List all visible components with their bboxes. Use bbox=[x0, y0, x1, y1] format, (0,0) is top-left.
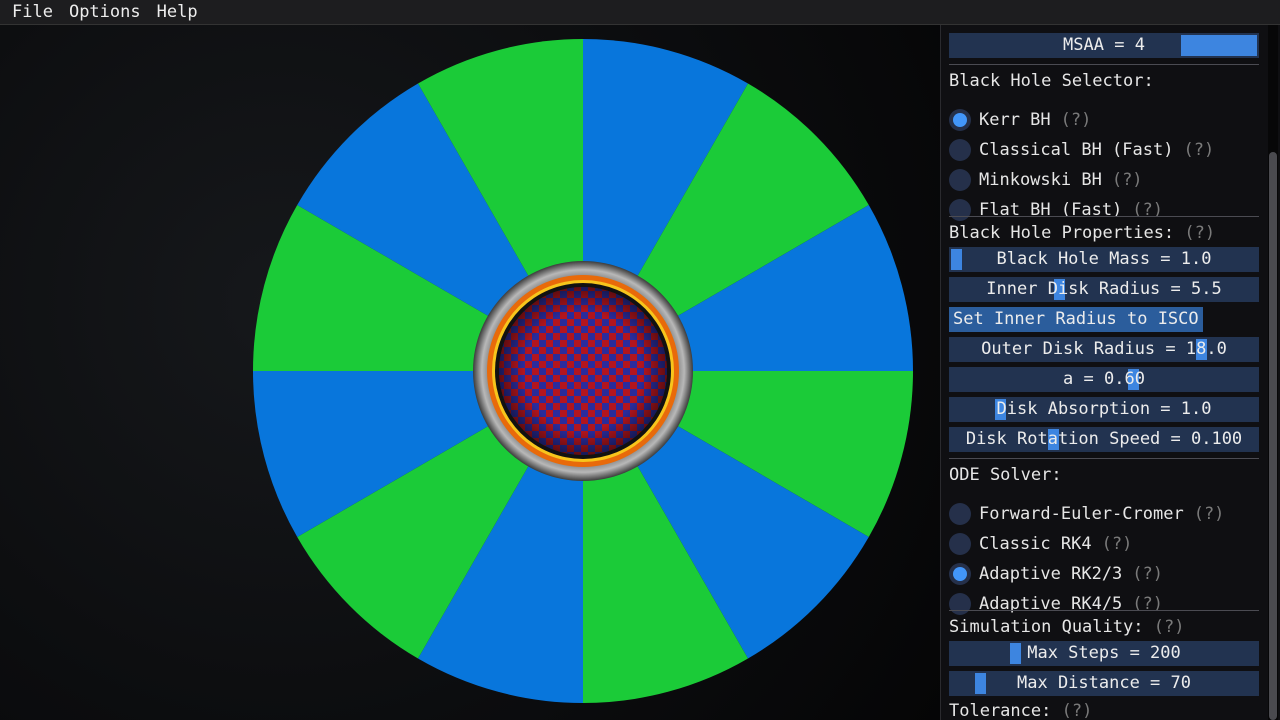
tolerance-title: Tolerance: (?) bbox=[949, 701, 1259, 720]
help-marker[interactable]: (?) bbox=[1194, 504, 1225, 524]
black-hole-render bbox=[253, 39, 913, 703]
settings-panel: MSAA = 4 Black Hole Selector: Kerr BH (?)… bbox=[940, 25, 1280, 720]
solver-option-label: Adaptive RK4/5 bbox=[979, 594, 1123, 614]
absorption-label: Disk Absorption = 1.0 bbox=[996, 399, 1212, 419]
max-steps-slider[interactable]: Max Steps = 200 bbox=[949, 641, 1259, 666]
rotation-slider[interactable]: Disk Rotation Speed = 0.100 bbox=[949, 427, 1259, 452]
scrollbar-thumb[interactable] bbox=[1269, 152, 1277, 720]
radio-button[interactable] bbox=[949, 109, 971, 131]
radio-button[interactable] bbox=[949, 593, 971, 615]
separator bbox=[949, 610, 1259, 611]
black-hole-option[interactable]: Flat BH (Fast) (?) bbox=[949, 196, 1259, 224]
help-marker[interactable]: (?) bbox=[1062, 701, 1093, 720]
outer-radius-label: Outer Disk Radius = 18.0 bbox=[981, 339, 1227, 359]
help-marker[interactable]: (?) bbox=[1154, 617, 1185, 637]
separator bbox=[949, 458, 1259, 459]
properties-title-text: Black Hole Properties: bbox=[949, 223, 1175, 243]
inner-radius-label: Inner Disk Radius = 5.5 bbox=[986, 279, 1222, 299]
radio-button[interactable] bbox=[949, 199, 971, 221]
black-hole-option-label: Minkowski BH bbox=[979, 170, 1102, 190]
solver-option-label: Forward-Euler-Cromer bbox=[979, 504, 1184, 524]
spin-label: a = 0.60 bbox=[1063, 369, 1145, 389]
separator bbox=[949, 216, 1259, 217]
solver-option[interactable]: Classic RK4 (?) bbox=[949, 530, 1259, 558]
radio-button[interactable] bbox=[949, 503, 971, 525]
set-isco-button[interactable]: Set Inner Radius to ISCO bbox=[949, 307, 1203, 332]
radio-button[interactable] bbox=[949, 533, 971, 555]
solver-option-label: Classic RK4 bbox=[979, 534, 1092, 554]
black-hole-option[interactable]: Minkowski BH (?) bbox=[949, 166, 1259, 194]
menu-help[interactable]: Help bbox=[149, 0, 206, 25]
tolerance-label: Tolerance: bbox=[949, 701, 1052, 720]
black-hole-option-label: Kerr BH bbox=[979, 110, 1051, 130]
radio-selected-dot bbox=[953, 567, 967, 581]
radio-button[interactable] bbox=[949, 169, 971, 191]
quality-title: Simulation Quality: (?) bbox=[949, 617, 1259, 637]
menu-file[interactable]: File bbox=[4, 0, 61, 25]
black-hole-option-label: Flat BH (Fast) bbox=[979, 200, 1123, 220]
help-marker[interactable]: (?) bbox=[1132, 564, 1163, 584]
help-marker[interactable]: (?) bbox=[1132, 594, 1163, 614]
absorption-slider[interactable]: Disk Absorption = 1.0 bbox=[949, 397, 1259, 422]
help-marker[interactable]: (?) bbox=[1102, 534, 1133, 554]
outer-radius-slider[interactable]: Outer Disk Radius = 18.0 bbox=[949, 337, 1259, 362]
rotation-label: Disk Rotation Speed = 0.100 bbox=[965, 429, 1243, 449]
separator bbox=[949, 64, 1259, 65]
solver-option[interactable]: Adaptive RK2/3 (?) bbox=[949, 560, 1259, 588]
help-marker[interactable]: (?) bbox=[1184, 223, 1215, 243]
spin-slider[interactable]: a = 0.60 bbox=[949, 367, 1259, 392]
quality-title-text: Simulation Quality: bbox=[949, 617, 1144, 637]
solver-option[interactable]: Forward-Euler-Cromer (?) bbox=[949, 500, 1259, 528]
solver-option[interactable]: Adaptive RK4/5 (?) bbox=[949, 590, 1259, 618]
mass-slider[interactable]: Black Hole Mass = 1.0 bbox=[949, 247, 1259, 272]
msaa-slider[interactable]: MSAA = 4 bbox=[949, 33, 1259, 58]
black-hole-option-label: Classical BH (Fast) bbox=[979, 140, 1174, 160]
msaa-label: MSAA = 4 bbox=[1063, 35, 1145, 55]
max-distance-label: Max Distance = 70 bbox=[1017, 673, 1191, 693]
selector-title: Black Hole Selector: bbox=[949, 71, 1154, 91]
help-marker[interactable]: (?) bbox=[1132, 200, 1163, 220]
panel-scrollbar[interactable] bbox=[1268, 25, 1278, 720]
help-marker[interactable]: (?) bbox=[1183, 140, 1214, 160]
max-distance-slider[interactable]: Max Distance = 70 bbox=[949, 671, 1259, 696]
radio-button[interactable] bbox=[949, 139, 971, 161]
black-hole-option[interactable]: Kerr BH (?) bbox=[949, 106, 1259, 134]
max-steps-label: Max Steps = 200 bbox=[1027, 643, 1181, 663]
render-viewport[interactable] bbox=[0, 25, 940, 720]
radio-selected-dot bbox=[953, 113, 967, 127]
inner-radius-slider[interactable]: Inner Disk Radius = 5.5 bbox=[949, 277, 1259, 302]
help-marker[interactable]: (?) bbox=[1112, 170, 1143, 190]
black-hole-option[interactable]: Classical BH (Fast) (?) bbox=[949, 136, 1259, 164]
mass-label: Black Hole Mass = 1.0 bbox=[996, 249, 1212, 269]
help-marker[interactable]: (?) bbox=[1061, 110, 1092, 130]
solver-title: ODE Solver: bbox=[949, 465, 1062, 485]
properties-title: Black Hole Properties: (?) bbox=[949, 223, 1259, 243]
radio-button[interactable] bbox=[949, 563, 971, 585]
menu-options[interactable]: Options bbox=[61, 0, 149, 25]
sphere-shading bbox=[499, 287, 667, 455]
solver-option-label: Adaptive RK2/3 bbox=[979, 564, 1123, 584]
menu-bar: File Options Help bbox=[0, 0, 1280, 25]
